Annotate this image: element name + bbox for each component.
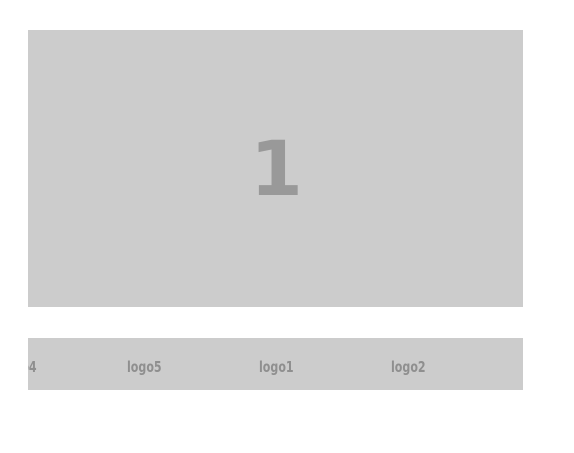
- main-slide[interactable]: 1: [28, 30, 523, 307]
- logo-carousel[interactable]: logo4 logo5 logo1 logo2: [28, 338, 523, 390]
- logo-item-partial[interactable]: logo4: [28, 338, 37, 390]
- logo-item[interactable]: logo2: [391, 338, 426, 390]
- logo-item[interactable]: logo1: [259, 338, 294, 390]
- slide-number: 1: [250, 123, 303, 213]
- logo-item[interactable]: logo5: [127, 338, 162, 390]
